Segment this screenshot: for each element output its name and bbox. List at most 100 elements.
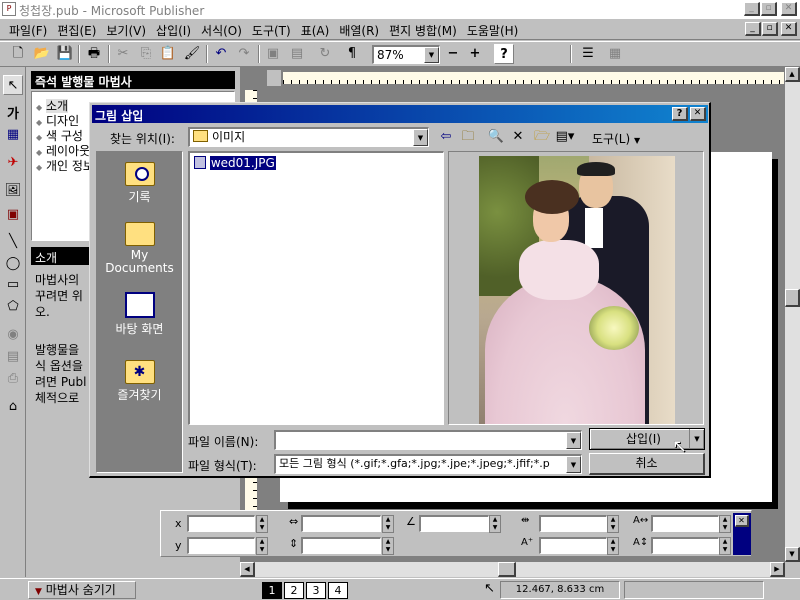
look-in-select[interactable]: 이미지 ▼ (188, 127, 429, 147)
scroll-up-button[interactable]: ▲ (785, 67, 800, 82)
new-folder-icon[interactable]: 🗁 (532, 127, 552, 147)
zoom-in-icon[interactable]: + (465, 44, 485, 64)
picture-frame-icon[interactable]: 🖼 (3, 181, 23, 201)
format-painter-icon[interactable]: 🖌 (182, 44, 202, 64)
page-tab-3[interactable]: 3 (306, 582, 326, 599)
char-spacing-field[interactable] (539, 515, 607, 532)
copy-icon[interactable]: ⎘ (136, 44, 156, 64)
filetype-select[interactable]: 모든 그림 형식 (*.gif;*.gfa;*.jpg;*.jpe;*.jpeg… (274, 454, 582, 474)
properties-icon[interactable]: ▦ (605, 44, 625, 64)
delete-icon[interactable]: ✕ (508, 127, 528, 147)
menu-table[interactable]: 표(A) (296, 20, 335, 41)
place-my-documents[interactable]: My Documents (97, 222, 182, 278)
tools-menu[interactable]: 도구(L) ▼ (592, 130, 640, 147)
x-position-field[interactable] (187, 515, 255, 532)
wordart-icon[interactable]: ✈ (3, 153, 23, 173)
views-icon[interactable]: ▤▾ (555, 127, 575, 147)
menu-arrange[interactable]: 배열(R) (334, 20, 384, 41)
pointer-icon[interactable]: ↖ (3, 75, 23, 95)
kerning-field[interactable] (651, 515, 719, 532)
line-spacing-field[interactable] (651, 537, 719, 554)
zoom-select[interactable]: 87% ▼ (372, 45, 440, 64)
page-tab-4[interactable]: 4 (328, 582, 348, 599)
line-spacing-spinner[interactable]: ▲ ▼ (719, 537, 731, 555)
chevron-down-icon[interactable]: ▼ (424, 47, 439, 63)
text-scale-field[interactable] (539, 537, 607, 554)
rotation-field[interactable] (419, 515, 489, 532)
place-desktop[interactable]: 바탕 화면 (97, 292, 182, 342)
char-spacing-spinner[interactable]: ▲ ▼ (607, 515, 619, 533)
measurements-close-button[interactable]: ✕ (735, 515, 749, 527)
insert-button[interactable]: 삽입(I) ▼ (589, 428, 705, 450)
chevron-down-icon[interactable]: ▼ (566, 456, 581, 473)
dialog-close-button[interactable]: ✕ (690, 107, 706, 121)
columns-icon[interactable]: ☰ (578, 44, 598, 64)
height-spinner[interactable]: ▲ ▼ (382, 537, 394, 555)
undo-icon[interactable]: ↶ (211, 44, 231, 64)
save-icon[interactable]: 💾 (55, 44, 75, 64)
hide-wizard-button[interactable]: ▼ 마법사 숨기기 (28, 581, 136, 599)
html-fragment-icon[interactable]: ⎙ (3, 369, 23, 389)
h-scroll-thumb[interactable] (498, 562, 516, 577)
menu-view[interactable]: 보기(V) (101, 20, 151, 41)
y-position-field[interactable] (187, 537, 255, 554)
cancel-button[interactable]: 취소 (589, 453, 705, 475)
doc-restore-button[interactable]: ▫ (762, 22, 778, 36)
menu-insert[interactable]: 삽입(I) (151, 20, 196, 41)
rotation-spinner[interactable]: ▲ ▼ (489, 515, 501, 533)
height-field[interactable] (301, 537, 381, 554)
file-list[interactable]: wed01.JPG (188, 151, 444, 425)
width-spinner[interactable]: ▲ ▼ (382, 515, 394, 533)
text-frame-icon[interactable]: 가 (3, 105, 23, 125)
scroll-thumb[interactable] (785, 289, 800, 307)
up-folder-icon[interactable]: 🗀 (458, 127, 478, 147)
design-gallery-icon[interactable]: ⌂ (3, 397, 23, 417)
place-favorites[interactable]: ✱ 즐겨찾기 (97, 360, 182, 410)
custom-shapes-icon[interactable]: ⬠ (3, 297, 23, 317)
open-icon[interactable]: 📂 (32, 44, 52, 64)
search-web-icon[interactable]: 🔍 (486, 127, 506, 147)
place-history[interactable]: 기록 (97, 162, 182, 212)
cut-icon[interactable]: ✂ (113, 44, 133, 64)
menu-tools[interactable]: 도구(T) (247, 20, 296, 41)
rectangle-icon[interactable]: ▭ (3, 275, 23, 295)
form-control-icon[interactable]: ▤ (3, 347, 23, 367)
insert-options-arrow[interactable]: ▼ (689, 429, 704, 449)
chevron-down-icon[interactable]: ▼ (413, 129, 428, 146)
bring-front-icon[interactable]: ▣ (263, 44, 283, 64)
menu-mail-merge[interactable]: 편지 병합(M) (384, 20, 462, 41)
oval-icon[interactable]: ◯ (3, 254, 23, 274)
menu-help[interactable]: 도움말(H) (462, 20, 524, 41)
print-icon[interactable]: 🖶 (84, 44, 104, 64)
scroll-down-button[interactable]: ▼ (785, 547, 800, 562)
zoom-out-icon[interactable]: − (443, 44, 463, 64)
filename-input[interactable]: ▼ (274, 430, 582, 450)
horizontal-scrollbar[interactable]: ◀ ▶ (240, 562, 785, 577)
help-question-icon[interactable]: ? (494, 44, 514, 64)
send-back-icon[interactable]: ▤ (287, 44, 307, 64)
horizontal-ruler[interactable] (282, 71, 785, 85)
dialog-help-button[interactable]: ? (672, 107, 688, 121)
minimize-button[interactable]: _ (744, 2, 760, 16)
chevron-down-icon[interactable]: ▼ (566, 432, 581, 449)
hotspot-icon[interactable]: ◉ (3, 325, 23, 345)
table-frame-icon[interactable]: ▦ (3, 125, 23, 145)
close-app-button[interactable]: ✕ (781, 2, 797, 16)
scroll-left-button[interactable]: ◀ (240, 562, 255, 577)
width-field[interactable] (301, 515, 381, 532)
page-tab-1[interactable]: 1 (262, 582, 282, 599)
scroll-right-button[interactable]: ▶ (770, 562, 785, 577)
line-icon[interactable]: ╲ (3, 232, 23, 252)
y-spinner[interactable]: ▲ ▼ (256, 537, 268, 555)
menu-edit[interactable]: 편집(E) (52, 20, 101, 41)
menu-file[interactable]: 파일(F) (4, 20, 52, 41)
ruler-corner[interactable] (266, 69, 282, 87)
pilcrow-icon[interactable]: ¶ (342, 44, 362, 64)
dialog-title-bar[interactable]: 그림 삽입 ? ✕ (92, 105, 708, 123)
vertical-scrollbar[interactable]: ▲ ▼ (785, 67, 800, 562)
paste-icon[interactable]: 📋 (158, 44, 178, 64)
doc-minimize-button[interactable]: _ (745, 22, 761, 36)
x-spinner[interactable]: ▲ ▼ (256, 515, 268, 533)
doc-close-button[interactable]: ✕ (781, 22, 797, 36)
page-tab-2[interactable]: 2 (284, 582, 304, 599)
